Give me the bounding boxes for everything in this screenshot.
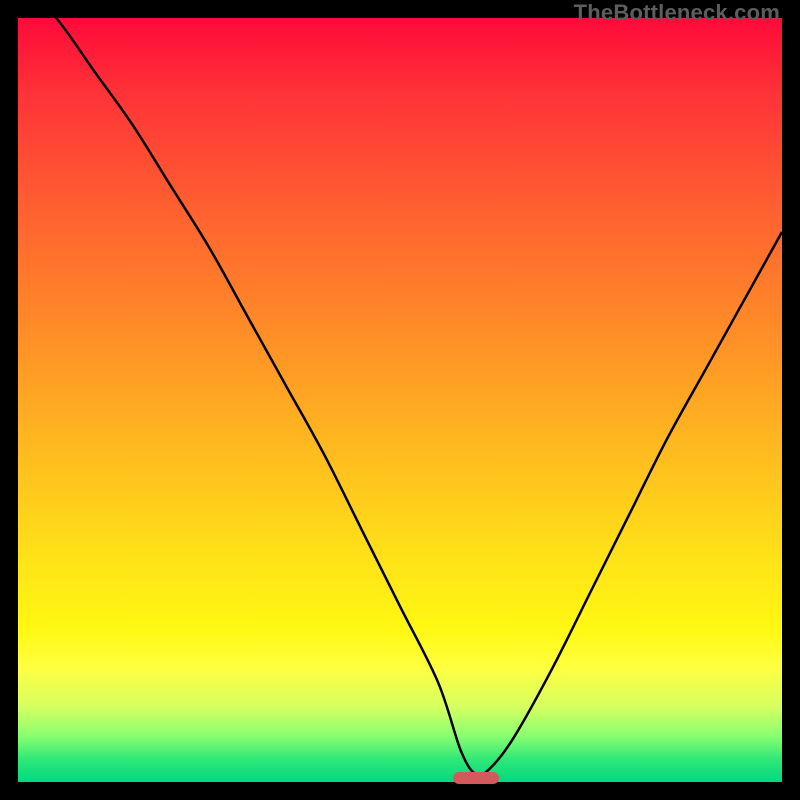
min-marker: [453, 772, 499, 784]
curve-layer: [18, 18, 782, 782]
chart-frame: TheBottleneck.com: [0, 0, 800, 800]
plot-area: [18, 18, 782, 782]
bottleneck-curve: [18, 18, 782, 775]
watermark-text: TheBottleneck.com: [574, 0, 780, 26]
